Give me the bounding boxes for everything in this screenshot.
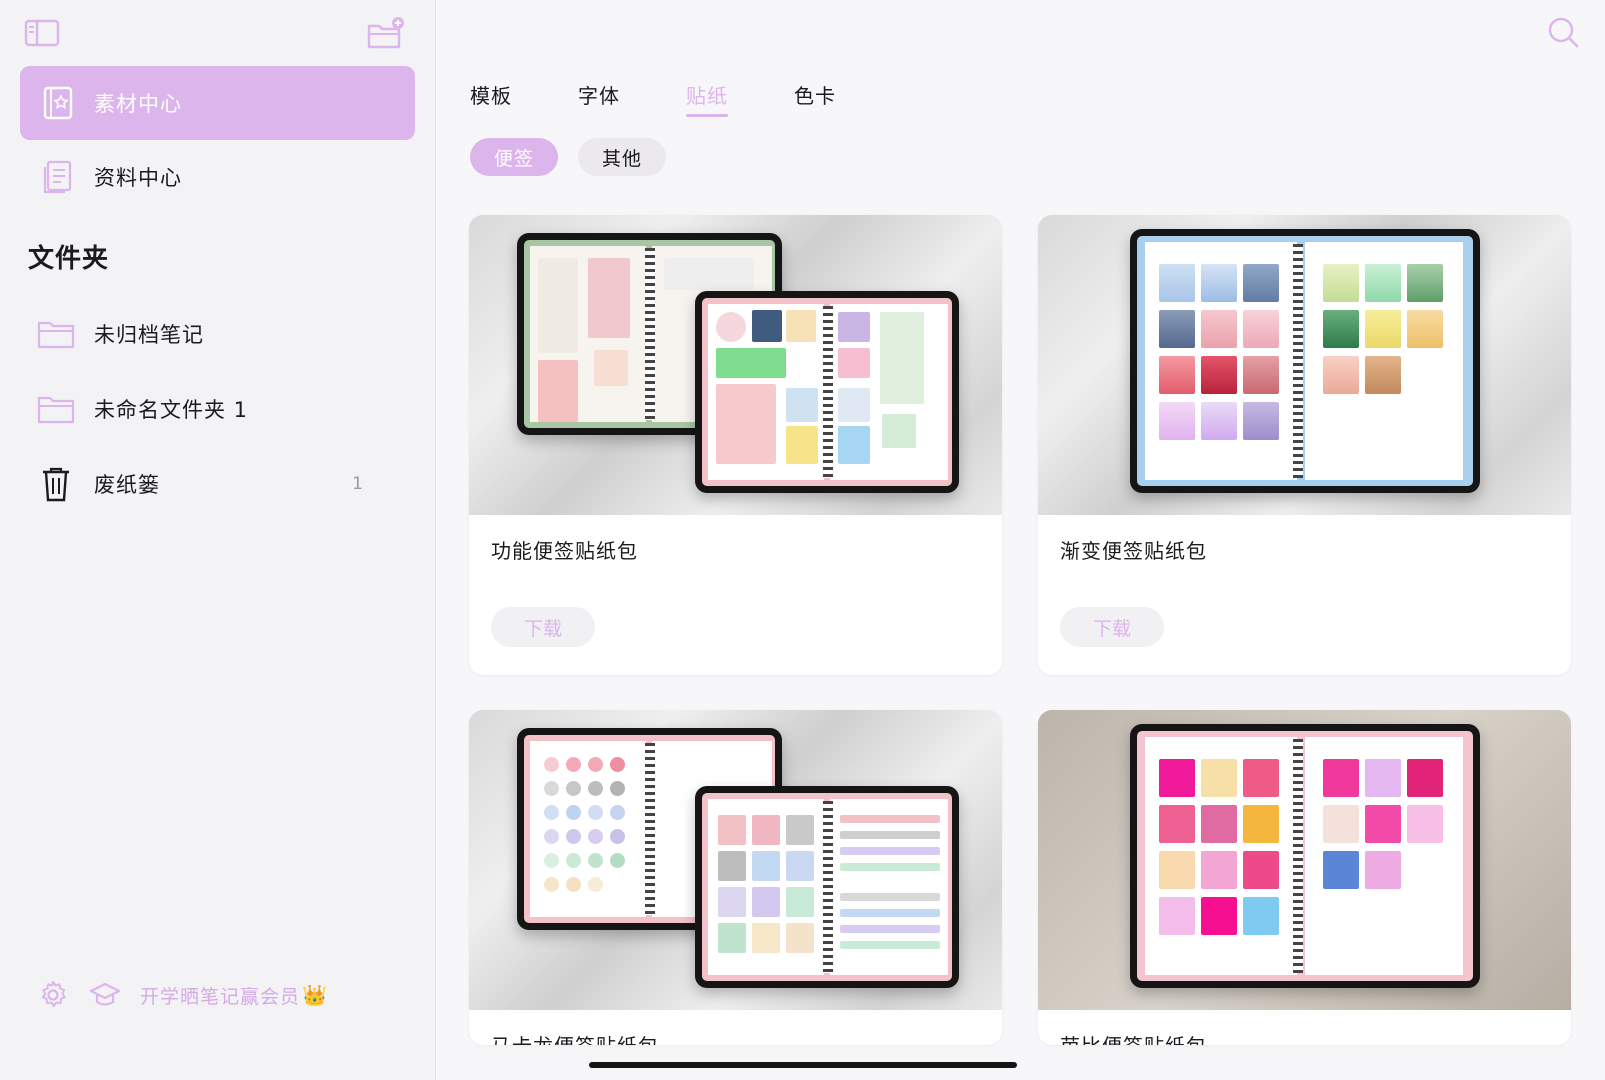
folders-heading: 文件夹: [28, 244, 110, 274]
sidebar: 素材中心 资料中心 文件夹 未归档笔记 未命名文件夹 1 废纸篓 1 开学晒笔记…: [0, 0, 436, 1080]
document-icon: [40, 159, 76, 195]
search-icon[interactable]: [1545, 14, 1581, 50]
tab-stickers[interactable]: 贴纸: [686, 80, 728, 117]
category-tabs: 模板 字体 贴纸 色卡: [470, 80, 902, 117]
card-title: 芭比便签贴纸包: [1060, 1030, 1207, 1045]
trash-icon: [36, 464, 76, 504]
folder-item-trash[interactable]: 废纸篓 1: [20, 454, 415, 514]
card-thumbnail: [1038, 710, 1571, 1010]
sticker-pack-card[interactable]: 芭比便签贴纸包: [1038, 710, 1571, 1045]
new-folder-icon[interactable]: [366, 16, 406, 50]
nav-item-resource-center[interactable]: 资料中心: [20, 140, 415, 214]
card-thumbnail: [1038, 215, 1571, 515]
sticker-pack-card[interactable]: 渐变便签贴纸包 下载: [1038, 215, 1571, 675]
chip-others[interactable]: 其他: [578, 138, 667, 176]
folder-label: 未归档笔记: [94, 323, 204, 347]
home-indicator: [589, 1062, 1017, 1068]
card-thumbnail: [469, 710, 1002, 1010]
download-button[interactable]: 下载: [1060, 607, 1164, 647]
folder-label: 废纸篓: [94, 473, 160, 497]
nav-item-label: 素材中心: [94, 92, 182, 116]
card-title: 马卡龙便签贴纸包: [491, 1030, 659, 1045]
gear-icon[interactable]: [36, 978, 70, 1012]
sticker-pack-card[interactable]: 马卡龙便签贴纸包: [469, 710, 1002, 1045]
card-thumbnail: [469, 215, 1002, 515]
folder-item-untitled[interactable]: 未命名文件夹 1: [20, 379, 415, 439]
graduation-cap-icon: [88, 978, 122, 1012]
sidebar-footer: 开学晒笔记赢会员 👑: [36, 978, 327, 1012]
trash-count-badge: 1: [352, 474, 363, 494]
folder-label: 未命名文件夹 1: [94, 398, 249, 422]
sticker-pack-card[interactable]: 功能便签贴纸包 下载: [469, 215, 1002, 675]
folder-icon: [36, 314, 76, 354]
sticker-book-icon: [40, 85, 76, 121]
nav-item-label: 资料中心: [94, 166, 182, 190]
tab-fonts[interactable]: 字体: [578, 80, 620, 117]
card-title: 功能便签贴纸包: [491, 539, 638, 563]
tab-color-cards[interactable]: 色卡: [794, 80, 836, 117]
sidebar-toggle-icon[interactable]: [22, 16, 62, 50]
sub-filter-chips: 便签 其他: [470, 138, 686, 176]
nav-item-material-center[interactable]: 素材中心: [20, 66, 415, 140]
card-title: 渐变便签贴纸包: [1060, 539, 1207, 563]
folder-item-unarchived[interactable]: 未归档笔记: [20, 304, 415, 364]
crown-icon: 👑: [302, 983, 327, 1007]
tab-templates[interactable]: 模板: [470, 80, 512, 117]
download-button[interactable]: 下载: [491, 607, 595, 647]
folder-icon: [36, 389, 76, 429]
chip-sticky-notes[interactable]: 便签: [470, 138, 559, 176]
promo-link[interactable]: 开学晒笔记赢会员: [140, 982, 300, 1009]
